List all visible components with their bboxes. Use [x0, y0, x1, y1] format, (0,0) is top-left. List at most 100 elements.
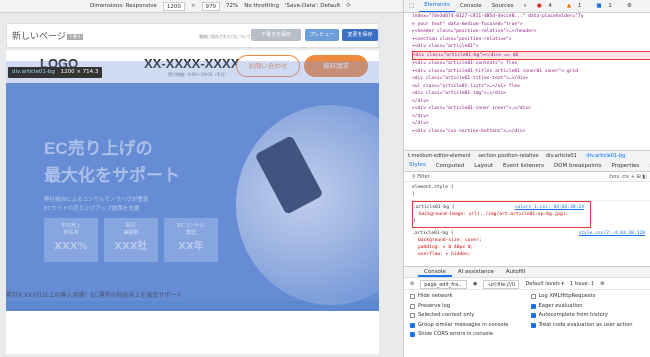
css-rule[interactable]: .article01-bg {style.css?2:-4:03:38:120 b…	[412, 228, 650, 257]
css-property[interactable]: background-image: url(../img/art.article…	[413, 211, 590, 218]
dom-node[interactable]: ▸<div class="cvx-section-buttons">…</div…	[412, 128, 650, 136]
console-option[interactable]: Show CORS errors in console	[410, 330, 531, 340]
tab-sources[interactable]: Sources	[487, 0, 519, 12]
dom-node[interactable]: ▾<div class="article01-contents"> flex	[412, 60, 650, 68]
dom-node[interactable]: </div>	[412, 98, 650, 106]
dom-node[interactable]: ▸<header class="position-relative">…</he…	[412, 28, 650, 36]
warning-badge[interactable]: ▲ 1	[562, 0, 591, 12]
eye-icon[interactable]: ◉	[473, 278, 477, 289]
dom-node-selected[interactable]: <div class="article01-bg"></div> == $0	[412, 50, 650, 60]
publish-button[interactable]: 変更を保存	[342, 29, 378, 41]
console-filter-input[interactable]: -url:file:///U	[483, 280, 520, 289]
tab-properties[interactable]: Properties	[606, 161, 644, 171]
tab-more[interactable]: »	[518, 0, 531, 12]
console-settings-icon[interactable]: ⚙	[600, 278, 604, 289]
checkbox[interactable]	[410, 313, 415, 319]
tab-autofill[interactable]: Autofill	[500, 267, 531, 277]
dom-node[interactable]: <div class="article01-titles-text">…</di…	[412, 75, 650, 83]
dom-node[interactable]: </div>	[412, 113, 650, 121]
css-source-link[interactable]: colors-1.css:-04:03:38:24	[515, 204, 584, 211]
save-hint[interactable]: 最後に保存された日について	[199, 34, 251, 40]
devtools-panel: ⬚ Elements Console Sources » ● 4 ▲ 1 ■ 1…	[403, 0, 650, 357]
css-rule[interactable]: element.style {}	[412, 182, 650, 201]
crumb-item[interactable]: div.article01	[546, 153, 577, 159]
dom-node[interactable]: ▾<div class="article01-titles article01-…	[412, 68, 650, 76]
levels-select[interactable]: Default levels ▾	[525, 278, 563, 289]
styles-filter-bar: ⚲ Filter :hov .cls + ⊞ ◧	[404, 172, 650, 182]
dom-node[interactable]: </div>	[412, 120, 650, 128]
console-option[interactable]: Selected context only	[410, 311, 531, 321]
viewport-scrollbar[interactable]	[384, 22, 400, 352]
info-badge[interactable]: ■ 1	[591, 0, 621, 12]
console-option[interactable]: Group similar messages in console	[410, 321, 531, 331]
save-data-select[interactable]: 'Save-Data': Default	[285, 3, 340, 9]
option-label: Eager evaluation	[538, 302, 583, 309]
console-option[interactable]: Preserve log	[410, 302, 531, 312]
clear-console-icon[interactable]: ⊘	[410, 278, 414, 289]
dom-node[interactable]: <ul class="article01-lists">…</ul> flex	[412, 83, 650, 91]
crumb-item-current[interactable]: div.article01-bg	[584, 153, 628, 159]
issues-badge[interactable]: 1 Issue: 1	[570, 278, 594, 289]
tab-console-drawer[interactable]: Console	[418, 267, 452, 277]
css-property[interactable]: background-size: cover;	[412, 237, 650, 244]
tab-computed[interactable]: Computed	[431, 161, 470, 171]
console-option[interactable]: Log XMLHttpRequests	[530, 292, 650, 302]
context-select[interactable]: page_edit_fra...	[420, 280, 467, 289]
crumb-item[interactable]: section.position-relative	[478, 153, 538, 159]
tab-dom-breakpoints[interactable]: DOM breakpoints	[549, 161, 607, 171]
dom-node[interactable]: ▾<div class="article01">	[412, 43, 650, 51]
tab-layout[interactable]: Layout	[469, 161, 498, 171]
cta-banner[interactable]: 累計X,XXX社以上の導入実績！EC運営の利益向上を徹底サポート	[6, 290, 182, 299]
console-option[interactable]: Treat code evaluation as user action	[530, 321, 650, 331]
tab-ai-assistance[interactable]: AI assistance	[452, 267, 500, 277]
tab-console[interactable]: Console	[455, 0, 487, 12]
css-property[interactable]: padding: ▸ 0 40px 0;	[412, 244, 650, 251]
throttle-select[interactable]: No throttling	[244, 3, 279, 9]
error-badge[interactable]: ● 4	[532, 0, 562, 12]
checkbox[interactable]	[410, 332, 415, 338]
dom-node[interactable]: e your text" data-medium-focused="true">	[412, 21, 650, 29]
request-docs-button[interactable]: 資料請求	[304, 55, 368, 77]
settings-icon[interactable]: ⚙	[622, 0, 637, 12]
option-label: Preserve log	[418, 302, 451, 309]
console-option[interactable]: Eager evaluation	[530, 302, 650, 312]
checkbox[interactable]	[530, 322, 536, 328]
css-source-link[interactable]: style.css?2:-4:03:38:120	[579, 230, 645, 237]
hero-headline: EC売り上げの 最大化をサポート	[44, 135, 180, 189]
height-input[interactable]: 970	[201, 1, 221, 11]
width-input[interactable]: 1200	[162, 1, 185, 11]
stat-label: 取引	[125, 223, 136, 229]
dom-node[interactable]: ▸<div class="article01-inner inner">…</d…	[412, 105, 650, 113]
checkbox[interactable]	[410, 322, 415, 328]
zoom-select[interactable]: 72%	[226, 3, 238, 9]
tab-event-listeners[interactable]: Event listeners	[498, 161, 549, 171]
option-label: Treat code evaluation as user action	[538, 321, 633, 328]
dimensions-select[interactable]: Dimensions: Responsive	[90, 3, 157, 9]
rotate-icon[interactable]: ⟳	[346, 3, 351, 9]
preview-button[interactable]: プレビュー	[305, 29, 339, 41]
styles-filter-tools[interactable]: :hov .cls + ⊞ ◧	[608, 172, 647, 182]
checkbox[interactable]	[530, 313, 536, 319]
headline-line-2: 最大化をサポート	[44, 166, 180, 185]
checkbox[interactable]	[410, 294, 415, 300]
subtext-line-2: ECサイトの売り上げアップ施策を支援	[44, 206, 140, 212]
checkbox[interactable]	[530, 303, 536, 309]
dom-node[interactable]: index="74e3d074-0127-c811-d85d-4ecce8...…	[412, 13, 650, 21]
crumb-item[interactable]: t.medium-editor-element	[408, 153, 471, 159]
tab-elements[interactable]: Elements	[419, 0, 455, 12]
console-option[interactable]: Autocomplete from history	[530, 311, 650, 321]
checkbox[interactable]	[530, 294, 536, 300]
css-property[interactable]: overflow: ▸ hidden;	[412, 251, 650, 257]
css-rule[interactable]: .article01-bg {colors-1.css:-04:03:38:24…	[412, 201, 591, 228]
console-toolbar: ⊘ page_edit_fra... ◉ -url:file:///U Defa…	[404, 278, 650, 290]
contact-button[interactable]: お問い合わせ	[236, 55, 300, 77]
tab-more[interactable]: »	[644, 161, 650, 171]
console-option[interactable]: Hide network	[410, 292, 531, 302]
inspect-icon[interactable]: ⬚	[404, 0, 419, 12]
dom-node[interactable]: ▾<section class="position-relative">	[412, 36, 650, 44]
styles-filter-input[interactable]: Filter	[417, 174, 429, 180]
dom-node[interactable]: <div class="article01-img">…</div>	[412, 90, 650, 98]
checkbox[interactable]	[410, 303, 415, 309]
tab-styles[interactable]: Styles	[404, 161, 431, 171]
save-draft-button[interactable]: 下書きを保存	[251, 29, 301, 41]
